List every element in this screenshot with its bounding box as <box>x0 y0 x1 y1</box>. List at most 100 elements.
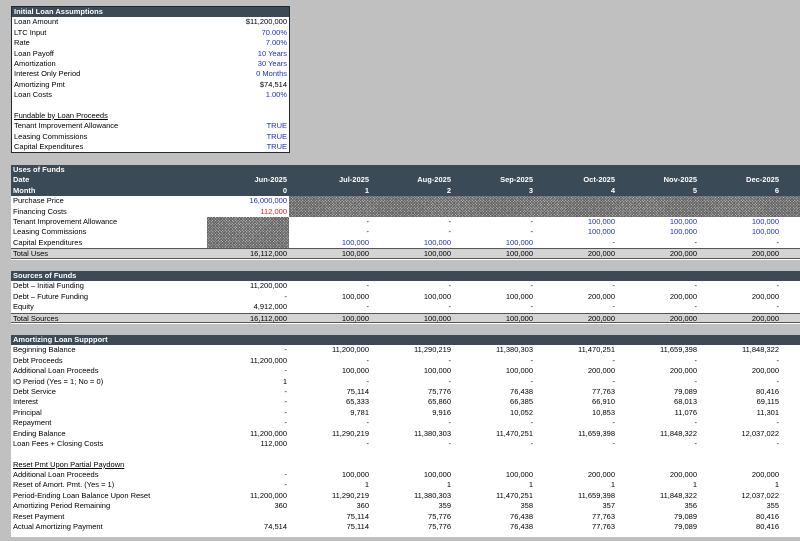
assumption-value[interactable]: $11,200,000 <box>246 17 287 27</box>
uses-row-cell[interactable]: 100,000 <box>617 227 697 237</box>
assumption-row: Interest Only Period 0 Months <box>12 69 289 79</box>
amort-row-cell: - <box>612 376 616 386</box>
uses-row-cell[interactable]: 100,000 <box>699 217 779 227</box>
uses-title: Uses of Funds <box>13 165 65 174</box>
reset-row-cell: 360 <box>356 501 369 511</box>
amort-row-cell: - <box>612 418 616 428</box>
reset-row-cell: 359 <box>438 501 451 511</box>
amort-row-cell: 11,200,000 <box>250 428 287 438</box>
uses-row-cell[interactable]: 100,000 <box>535 227 615 237</box>
amort-row-cell: - <box>448 418 452 428</box>
uses-row-cell[interactable]: 100,000 <box>371 238 451 248</box>
date-header: Oct-2025 <box>583 175 615 185</box>
assumption-row: Rate 7.00% <box>12 38 289 48</box>
assumption-value[interactable]: 30 Years <box>258 59 287 69</box>
uses-row-cell[interactable]: 100,000 <box>699 227 779 237</box>
amort-row: Beginning Balance - 11,200,000 11,290,219 11… <box>11 345 800 355</box>
reset-row-cell: 12,037,022 <box>741 490 779 500</box>
sources-row-cell: 200,000 <box>669 291 697 301</box>
amort-row-cell: - <box>284 345 288 355</box>
amort-row-cell: - <box>366 355 370 365</box>
uses-row-cell: - <box>776 237 780 247</box>
fundable-row: Tenant Improvement Allowance TRUE <box>12 121 289 131</box>
uses-row-cell[interactable]: 16,000,000 <box>207 196 287 206</box>
amort-row-cell: 200,000 <box>669 366 697 376</box>
fundable-value[interactable]: TRUE <box>267 121 287 131</box>
assumption-row: Loan Amount $11,200,000 <box>12 17 289 27</box>
assumption-row: Loan Payoff 10 Years <box>12 49 289 59</box>
amort-row-label: Principal <box>13 407 42 417</box>
sources-row-label: Debt – Initial Funding <box>13 281 84 291</box>
amort-row-cell: - <box>448 376 452 386</box>
sources-row-label: Debt – Future Funding <box>13 291 89 301</box>
amort-row-label: IO Period (Yes = 1; No = 0) <box>13 376 104 386</box>
reset-row-cell: 80,416 <box>756 511 779 521</box>
uses-row: Leasing Commissions - - -100,000 100,000 100,… <box>11 227 800 237</box>
fundable-value[interactable]: TRUE <box>267 132 287 142</box>
amort-row-cell: 80,416 <box>756 386 779 396</box>
total-cell: 100,000 <box>423 249 451 259</box>
amort-title: Amortizing Loan Suppport <box>13 335 108 344</box>
date-row: Date Jun-2025 Jul-2025 Aug-2025 Sep-2025 Oct-… <box>11 175 800 186</box>
amort-row-cell: - <box>530 438 534 448</box>
sources-title: Sources of Funds <box>13 271 77 280</box>
uses-row-cell[interactable]: 100,000 <box>289 238 369 248</box>
assumptions-title: Initial Loan Assumptions <box>14 7 103 16</box>
amort-row: Interest - 65,333 65,860 66,385 66,910 68,013 6… <box>11 397 800 407</box>
amort-row-cell: - <box>366 376 370 386</box>
reset-row-cell: 356 <box>684 501 697 511</box>
amort-row-cell: 112,000 <box>260 438 287 448</box>
amort-row-cell: 200,000 <box>751 366 779 376</box>
amort-row-cell: 10,052 <box>510 407 533 417</box>
uses-row-cell[interactable]: 100,000 <box>617 217 697 227</box>
uses-row-cell: - <box>448 227 452 237</box>
uses-row-cell[interactable]: 100,000 <box>453 238 533 248</box>
assumption-value[interactable]: 7.00% <box>266 38 287 48</box>
reset-title: Reset Pmt Upon Partial Paydown <box>13 459 125 469</box>
reset-row: Period-Ending Loan Balance Upon Reset 11,… <box>11 491 800 501</box>
amort-row-cell: 66,385 <box>510 397 533 407</box>
amort-row: Repayment - - - - - - - <box>11 418 800 428</box>
assumption-value[interactable]: 0 Months <box>256 69 287 79</box>
amort-row-cell: - <box>284 366 288 376</box>
amort-row-cell: - <box>694 438 698 448</box>
amort-row-cell: 11,659,398 <box>660 345 697 355</box>
amort-row: IO Period (Yes = 1; No = 0) 1 - - - - - - <box>11 377 800 387</box>
assumption-label: Loan Payoff <box>14 48 54 58</box>
amort-row-cell: 100,000 <box>505 366 533 376</box>
date-header: Nov-2025 <box>663 175 697 185</box>
reset-row-cell: 100,000 <box>341 470 369 480</box>
assumption-label: LTC Input <box>14 27 47 37</box>
uses-row-cell[interactable]: 112,000 <box>207 207 287 217</box>
uses-row-cell: - <box>694 237 698 247</box>
amort-row-cell: 11,380,303 <box>496 345 533 355</box>
reset-row-cell: 1 <box>446 480 451 490</box>
amort-row-cell: 65,860 <box>428 397 451 407</box>
amort-row-cell: - <box>530 355 534 365</box>
amort-row-label: Debt Service <box>13 386 56 396</box>
sources-row-cell: 200,000 <box>587 291 615 301</box>
fundable-value[interactable]: TRUE <box>267 142 287 152</box>
date-header: Jun-2025 <box>254 175 287 185</box>
sources-row-cell: - <box>366 281 370 291</box>
amort-row-cell: 11,380,303 <box>414 428 451 438</box>
uses-row-label: Leasing Commissions <box>13 227 87 237</box>
assumption-row: Amortizing Pmt $74,514 <box>12 80 289 90</box>
amort-row-cell: 9,781 <box>350 407 369 417</box>
reset-row-cell: 77,763 <box>592 511 615 521</box>
amort-row-cell: 75,114 <box>346 386 369 396</box>
amort-row-cell: 69,115 <box>756 397 779 407</box>
assumption-value[interactable]: $74,514 <box>260 80 287 90</box>
month-header: 4 <box>610 185 615 195</box>
total-cell: 200,000 <box>587 249 615 259</box>
uses-row-cell[interactable]: 100,000 <box>535 217 615 227</box>
assumption-value[interactable]: 70.00% <box>262 28 287 38</box>
amort-row-cell: - <box>284 418 288 428</box>
amort-row-label: Interest <box>13 397 39 407</box>
assumption-value[interactable]: 10 Years <box>258 49 287 59</box>
assumptions-panel: Initial Loan Assumptions Loan Amount $11,… <box>11 6 290 153</box>
assumption-label: Amortizing Pmt <box>14 79 65 89</box>
assumption-value[interactable]: 1.00% <box>266 90 287 100</box>
sources-row-cell: 100,000 <box>341 291 369 301</box>
sources-row-cell: - <box>612 302 616 312</box>
